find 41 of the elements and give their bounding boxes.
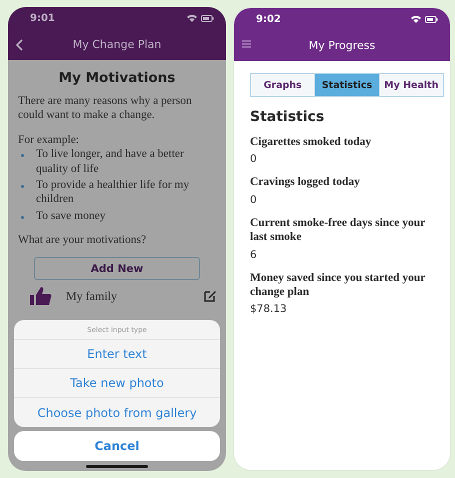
sheet-option[interactable]: Choose photo from gallery bbox=[14, 398, 220, 427]
header-title: My Change Plan bbox=[72, 38, 162, 51]
stat-value: 6 bbox=[250, 248, 258, 260]
bullet-icon bbox=[21, 216, 24, 219]
add-new-button[interactable]: Add New bbox=[34, 257, 200, 280]
page-heading: My Motivations bbox=[58, 70, 176, 86]
stat-label: Cravings logged today bbox=[250, 175, 361, 190]
sheet-option[interactable]: Enter text bbox=[14, 340, 220, 369]
example-label: For example: bbox=[18, 132, 80, 148]
bullet-icon bbox=[21, 184, 24, 188]
battery-icon bbox=[425, 16, 438, 22]
example-text: To live longer, and have a better quality of life bbox=[36, 147, 185, 176]
stat-value: 0 bbox=[250, 153, 258, 166]
segment-tab[interactable]: Statistics bbox=[315, 74, 380, 96]
section-heading: Statistics bbox=[250, 109, 326, 125]
example-text: To provide a healthier life for my children bbox=[36, 178, 190, 207]
status-time: 9:01 bbox=[30, 12, 55, 24]
stat-label: Cigarettes smoked today bbox=[250, 135, 372, 150]
wifi-icon bbox=[187, 14, 197, 22]
status-time: 9:02 bbox=[256, 14, 281, 24]
intro-text: There are many reasons why a person could want to make a change. bbox=[18, 94, 193, 123]
stat-label: Current smoke-free days since your last smoke bbox=[250, 216, 426, 244]
cancel-button[interactable]: Cancel bbox=[14, 431, 220, 461]
motivation-label: My family bbox=[66, 288, 118, 304]
example-text: To save money bbox=[36, 208, 106, 223]
segment-tab[interactable]: My Health bbox=[380, 74, 443, 96]
home-indicator bbox=[86, 465, 148, 468]
header-title: My Progress bbox=[308, 39, 376, 52]
wifi-icon bbox=[411, 15, 421, 23]
stat-label: Money saved since you started your change plan bbox=[250, 270, 426, 300]
stat-value: 0 bbox=[250, 194, 258, 206]
segment-tab[interactable]: Graphs bbox=[251, 74, 316, 96]
thumbs-up-icon bbox=[30, 286, 52, 306]
stat-value: $78.13 bbox=[250, 303, 288, 316]
battery-icon bbox=[201, 14, 214, 22]
back-icon[interactable] bbox=[16, 39, 23, 51]
bullet-icon bbox=[21, 154, 24, 158]
sheet-option[interactable]: Take new photo bbox=[14, 369, 220, 398]
question-text: What are your motivations? bbox=[18, 233, 148, 248]
menu-icon[interactable] bbox=[242, 40, 251, 48]
edit-icon[interactable] bbox=[204, 290, 216, 302]
